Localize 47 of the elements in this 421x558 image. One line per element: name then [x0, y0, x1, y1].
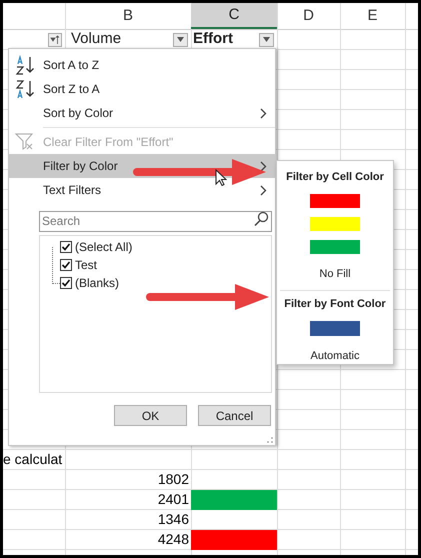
caret-icon: [263, 37, 270, 42]
color-swatch[interactable]: [310, 216, 360, 230]
filter-button[interactable]: [173, 32, 188, 46]
filter-button[interactable]: [48, 32, 62, 46]
search-icon: [253, 211, 269, 227]
filter-button[interactable]: [259, 32, 274, 46]
sort-descending-icon: [15, 79, 37, 99]
sort-arrow-icon: [50, 34, 60, 44]
search-field[interactable]: Search: [39, 210, 272, 232]
color-swatch[interactable]: [310, 320, 360, 336]
dialog-button[interactable]: OK: [114, 405, 187, 426]
menu-item[interactable]: Sort Z to A: [9, 77, 275, 101]
column-header[interactable]: B: [65, 3, 191, 29]
clear-filter-icon: [15, 133, 35, 151]
checkbox-label[interactable]: Test: [75, 256, 98, 274]
color-swatch[interactable]: [310, 240, 360, 254]
menu-option[interactable]: No Fill: [319, 266, 351, 282]
chevron-right-icon: [260, 108, 267, 118]
column-header[interactable]: E: [340, 3, 405, 29]
table-cell-text: 1346: [158, 510, 189, 529]
color-swatch[interactable]: [310, 194, 360, 208]
menu-item[interactable]: Text Filters: [9, 178, 275, 202]
submenu-heading: Filter by Cell Color: [286, 170, 384, 185]
column-header[interactable]: C: [191, 3, 277, 29]
checkbox-label[interactable]: (Blanks): [75, 274, 120, 292]
mouse-cursor-icon: [215, 169, 227, 187]
table-cell-text: 4248: [158, 530, 189, 549]
dialog-button[interactable]: Cancel: [198, 405, 271, 426]
submenu-heading: Filter by Font Color: [284, 297, 386, 312]
checkbox-label[interactable]: (Select All): [75, 238, 132, 256]
menu-item[interactable]: Sort by Color: [9, 101, 275, 125]
checkbox[interactable]: [60, 241, 72, 253]
checkbox[interactable]: [60, 259, 72, 271]
column-heading: Volume: [71, 29, 122, 50]
caret-icon: [177, 37, 184, 42]
column-header[interactable]: D: [277, 3, 340, 29]
checkbox[interactable]: [60, 277, 72, 289]
chevron-right-icon: [260, 184, 267, 196]
cell-text: e calculat: [3, 450, 62, 469]
menu-item[interactable]: Sort A to Z: [9, 53, 275, 77]
sort-ascending-icon: [15, 55, 37, 75]
resize-grip-icon: [267, 437, 273, 443]
table-cell-text: 1802: [158, 470, 189, 489]
column-heading: Effort: [193, 29, 233, 50]
menu-option[interactable]: Automatic: [310, 348, 360, 364]
chevron-right-icon: [260, 160, 267, 172]
table-cell-text: 2401: [158, 490, 189, 509]
